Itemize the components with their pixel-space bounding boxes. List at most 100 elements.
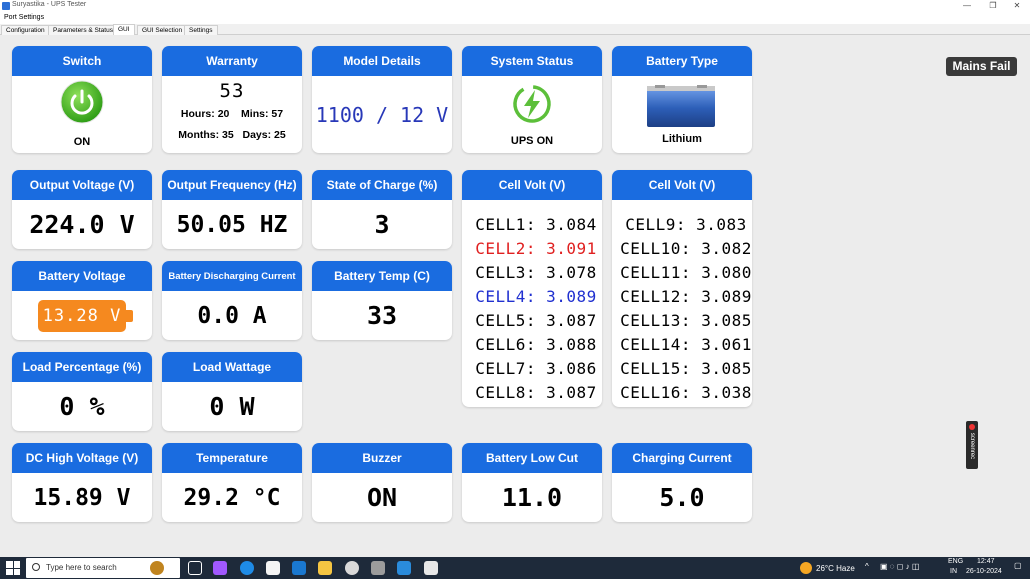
load-wattage-card: Load Wattage 0 W [162,352,302,431]
output-frequency-value: 50.05 HZ [176,211,288,238]
menu-port-settings[interactable]: Port Settings [4,14,44,21]
vscode-icon[interactable] [397,561,411,575]
tab-configuration[interactable]: Configuration [1,25,50,35]
cell-volt-title-1: Cell Volt (V) [462,170,602,200]
close-button[interactable]: ✕ [1004,0,1030,12]
task-view-icon[interactable] [188,561,202,575]
screen-recorder-widget[interactable]: screenrec [966,421,978,469]
output-voltage-card: Output Voltage (V) 224.0 V [12,170,152,249]
cell-8-reading: CELL8: 3.087 [475,382,597,402]
clock-time[interactable]: 12:47 [977,558,995,565]
output-frequency-title: Output Frequency (Hz) [162,170,302,200]
battery-type-value: Lithium [662,132,702,145]
temperature-card: Temperature 29.2 °C [162,443,302,522]
weather-text[interactable]: 26°C Haze [816,564,855,573]
menu-bar: Port Settings [0,12,1030,24]
discharging-current-card: Battery Discharging Current 0.0 A [162,261,302,340]
battery-temp-value: 33 [366,301,398,330]
battery-type-title: Battery Type [612,46,752,76]
load-percentage-card: Load Percentage (%) 0 % [12,352,152,431]
window-title: Suryastika - UPS Tester [12,1,87,8]
output-voltage-value: 224.0 V [29,210,135,239]
app-icon [2,2,10,10]
load-wattage-value: 0 W [209,392,255,421]
title-bar: Suryastika - UPS Tester — ❐ ✕ [0,0,1030,12]
clock-date[interactable]: 26-10-2024 [966,568,1002,575]
mail-icon[interactable] [292,561,306,575]
days-value: 25 [274,129,286,141]
paint-icon[interactable] [345,561,359,575]
battery-voltage-title: Battery Voltage [12,261,152,291]
battery-voltage-value: 13.28 V [42,305,122,326]
cell-volt-card-1: Cell Volt (V) CELL1: 3.084 CELL2: 3.091 … [462,170,602,407]
region-indicator[interactable]: IN [950,568,957,575]
lightning-icon [513,84,551,123]
system-status-title: System Status [462,46,602,76]
load-percentage-value: 0 % [59,392,105,421]
search-placeholder: Type here to search [46,563,117,572]
cell-1-reading: CELL1: 3.084 [475,214,597,234]
state-of-charge-card: State of Charge (%) 3 [312,170,452,249]
load-wattage-title: Load Wattage [162,352,302,382]
temperature-value: 29.2 °C [183,484,281,511]
taskbar: Type here to search 26°C Haze ^ ▣ ◌ ◻ ♪ … [0,557,1030,579]
model-details-value: 1100 / 12 V [315,102,449,127]
dc-high-voltage-value: 15.89 V [33,484,131,511]
cell-4-reading: CELL4: 3.089 [475,286,597,306]
hours-value: 20 [217,108,230,120]
edge-icon[interactable] [240,561,254,575]
system-status-value: UPS ON [510,134,554,147]
cell-3-reading: CELL3: 3.078 [475,262,597,282]
temperature-title: Temperature [162,443,302,473]
language-indicator[interactable]: ENG [948,558,963,565]
model-details-card: Model Details 1100 / 12 V [312,46,452,153]
switch-card: Switch ON [12,46,152,153]
tab-gui-selection[interactable]: GUI Selection [137,25,188,35]
cell-9-reading: CELL9: 3.083 [625,214,747,234]
halloween-icon [150,561,164,575]
copilot-icon[interactable] [213,561,227,575]
battery-voltage-card: Battery Voltage 13.28 V [12,261,152,340]
ups-tester-taskbar-icon[interactable] [424,561,438,575]
tab-settings[interactable]: Settings [184,25,218,35]
windows-start-icon[interactable] [6,561,20,575]
cell-12-reading: CELL12: 3.089 [620,286,752,306]
cell-volt-title-2: Cell Volt (V) [612,170,752,200]
battery-terminal-icon [126,309,133,322]
tray-chevron-icon[interactable]: ^ [865,562,869,571]
lithium-battery-icon [647,84,715,127]
buzzer-card: Buzzer ON [312,443,452,522]
warranty-title: Warranty [162,46,302,76]
state-of-charge-title: State of Charge (%) [312,170,452,200]
tool-icon[interactable] [371,561,385,575]
days-label: Days: [242,129,272,141]
warranty-card: Warranty 53 Hours: 20 Mins: 57 Months: 3… [162,46,302,153]
battery-temp-card: Battery Temp (C) 33 [312,261,452,340]
state-of-charge-value: 3 [374,210,390,239]
battery-type-card: Battery Type Lithium [612,46,752,153]
cell-5-reading: CELL5: 3.087 [475,310,597,330]
weather-icon[interactable] [800,562,812,574]
file-explorer-icon[interactable] [318,561,332,575]
warranty-value: 53 [219,80,245,102]
cell-volt-card-2: Cell Volt (V) CELL9: 3.083 CELL10: 3.082… [612,170,752,407]
discharging-current-title: Battery Discharging Current [162,261,302,291]
charging-current-value: 5.0 [659,483,705,512]
recorder-label: screenrec [969,432,975,460]
hours-label: Hours: [180,108,215,120]
dc-high-voltage-title: DC High Voltage (V) [12,443,152,473]
notification-icon[interactable]: ▢ [1014,561,1022,570]
tab-gui[interactable]: GUI [113,24,135,35]
switch-state: ON [73,135,91,148]
tray-icons[interactable]: ▣ ◌ ◻ ♪ ◫ [880,562,919,571]
store-icon[interactable] [266,561,280,575]
restore-button[interactable]: ❐ [980,0,1006,12]
tab-parameters-status[interactable]: Parameters & Status [48,25,118,35]
cell-15-reading: CELL15: 3.085 [620,358,752,378]
search-icon [32,563,40,571]
power-button-icon[interactable] [60,80,104,124]
minimize-button[interactable]: — [954,0,980,12]
months-value: 35 [222,129,234,141]
cell-11-reading: CELL11: 3.080 [620,262,752,282]
cell-10-reading: CELL10: 3.082 [620,238,752,258]
